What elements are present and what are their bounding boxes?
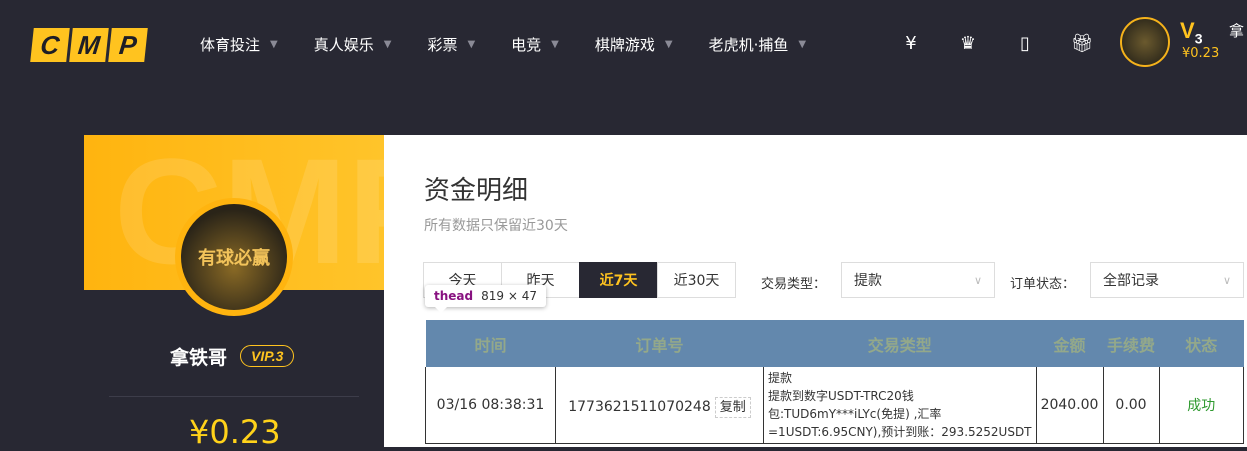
tooltip-tag: thead	[434, 289, 474, 303]
vip-badge: VIP.3	[240, 345, 295, 367]
sidebar: CMP 有球必赢 拿铁哥 VIP.3 ¥0.23	[84, 135, 384, 451]
gift-icon[interactable]: 🎁︎	[1071, 32, 1094, 54]
table-row: 03/16 08:38:31 1773621511070248 复制 提款 提款到…	[425, 367, 1245, 444]
type-value: 提款	[854, 273, 882, 289]
order-number: 1773621511070248	[568, 398, 711, 415]
logo[interactable]: CMP	[30, 28, 148, 62]
nav-sports[interactable]: 体育投注 ▼	[200, 34, 278, 55]
nav-esports[interactable]: 电竞 ▼	[511, 34, 559, 55]
vip-level: V3	[1180, 18, 1203, 47]
nav-label: 体育投注	[200, 36, 261, 54]
cell-status: 成功	[1158, 367, 1245, 444]
chevron-down-icon: ▼	[467, 39, 476, 50]
cell-type: 提款 提款到数字USDT-TRC20钱 包:TUD6mY***iLYc(免提) …	[763, 367, 1037, 444]
type-label: 交易类型：	[761, 277, 827, 292]
col-status: 状态	[1159, 320, 1244, 367]
nav-label: 真人娱乐	[313, 36, 374, 54]
type-line: 提款	[768, 371, 793, 385]
logo-letter: M	[69, 28, 109, 62]
status-select[interactable]: 全部记录 ∨	[1090, 262, 1244, 298]
type-line: 提款到数字USDT-TRC20钱	[768, 389, 914, 403]
chevron-down-icon: ∨	[973, 273, 982, 287]
tab-30days[interactable]: 近30天	[657, 262, 736, 298]
type-select[interactable]: 提款 ∨	[841, 262, 995, 298]
col-amount: 金额	[1036, 320, 1104, 367]
cell-amount: 2040.00	[1035, 367, 1104, 444]
logo-letter: C	[30, 28, 70, 62]
cell-fee: 0.00	[1102, 367, 1160, 444]
cell-order: 1773621511070248 复制	[555, 367, 764, 444]
type-line: =1USDT:6.95CNY),预计到账：293.5252USDT	[768, 425, 1032, 439]
table-header: 时间 订单号 交易类型 金额 手续费 状态	[425, 320, 1244, 367]
transactions-table: 时间 订单号 交易类型 金额 手续费 状态 03/16 08:38:31 177…	[425, 320, 1245, 444]
logo-letter: P	[108, 28, 148, 62]
col-type: 交易类型	[763, 320, 1037, 367]
yen-ticket-icon[interactable]: ¥	[900, 32, 922, 54]
chevron-down-icon: ∨	[1222, 273, 1231, 287]
avatar[interactable]	[1120, 17, 1170, 67]
divider	[109, 396, 359, 397]
chevron-down-icon: ▼	[798, 39, 807, 50]
sidebar-avatar[interactable]: 有球必赢	[175, 198, 293, 316]
chevron-down-icon: ▼	[664, 39, 673, 50]
nav-label: 彩票	[427, 36, 458, 54]
nav-label: 电竞	[511, 36, 542, 54]
copy-button[interactable]: 复制	[714, 396, 751, 418]
header-balance: ¥0.23	[1182, 46, 1220, 61]
col-time: 时间	[425, 320, 556, 367]
type-line: 包:TUD6mY***iLYc(免提) ,汇率	[768, 407, 942, 421]
crown-icon[interactable]: ♛	[957, 32, 979, 54]
cell-time: 03/16 08:38:31	[425, 367, 556, 444]
col-order: 订单号	[555, 320, 764, 367]
nav-label: 老虎机·捕鱼	[708, 36, 789, 54]
status-value: 全部记录	[1103, 273, 1159, 289]
page-title: 资金明细	[424, 176, 529, 206]
page-subtitle: 所有数据只保留近30天	[424, 218, 568, 234]
tooltip-size: 819 × 47	[481, 289, 537, 303]
nav-lottery[interactable]: 彩票 ▼	[427, 34, 475, 55]
main-nav: 体育投注 ▼ 真人娱乐 ▼ 彩票 ▼ 电竞 ▼ 棋牌游戏 ▼ 老虎机·捕鱼 ▼	[200, 34, 842, 55]
tablet-icon[interactable]: ▯	[1014, 32, 1036, 54]
header-icons: ¥ ♛ ▯ 🎁︎	[900, 32, 1093, 54]
devtools-tooltip: thead 819 × 47	[425, 285, 546, 313]
chevron-down-icon: ▼	[270, 39, 278, 50]
chevron-down-icon: ▼	[551, 39, 559, 50]
sidebar-username: 拿铁哥	[170, 347, 228, 369]
tab-7days[interactable]: 近7天	[579, 262, 658, 298]
nav-live-casino[interactable]: 真人娱乐 ▼	[314, 34, 392, 55]
chevron-down-icon: ▼	[383, 39, 392, 50]
nav-slots-fishing[interactable]: 老虎机·捕鱼 ▼	[709, 34, 806, 55]
nav-chess[interactable]: 棋牌游戏 ▼	[595, 34, 673, 55]
col-fee: 手续费	[1103, 320, 1160, 367]
header-username: 拿	[1229, 22, 1245, 40]
status-label: 订单状态：	[1010, 277, 1076, 292]
nav-label: 棋牌游戏	[594, 36, 655, 54]
sidebar-balance: ¥0.23	[189, 413, 281, 451]
